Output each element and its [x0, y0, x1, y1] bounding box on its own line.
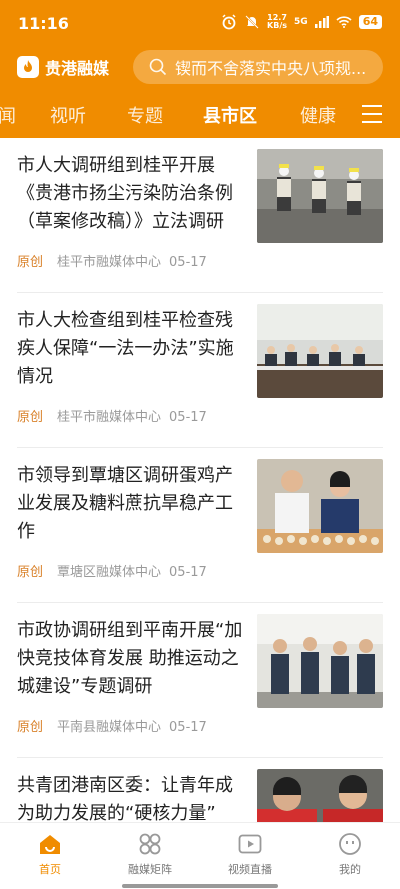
search-icon — [149, 58, 167, 76]
article-thumbnail — [257, 459, 383, 553]
article-item[interactable]: 市人大调研组到桂平开展《贵港市扬尘污染防治条例（草案修改稿）》立法调研 原创 桂平… — [0, 138, 400, 293]
nav-live-video[interactable]: 视频直播 — [210, 831, 290, 877]
article-title: 市人大调研组到桂平开展《贵港市扬尘污染防治条例（草案修改稿）》立法调研 — [17, 155, 233, 232]
menu-icon[interactable] — [361, 104, 383, 124]
tab-news[interactable]: 闻 — [0, 102, 16, 128]
nav-label: 融媒矩阵 — [128, 863, 172, 876]
original-tag: 原创 — [17, 565, 44, 580]
system-icons: 12.7 KB/s 5G 64 — [221, 14, 382, 30]
article-meta: 原创 覃塘区融媒体中心 05-17 — [17, 561, 207, 580]
status-bar: 11:16 12.7 KB/s 5G 64 — [0, 0, 400, 48]
article-source: 桂平市融媒体中心 — [57, 410, 162, 425]
app-header: 11:16 12.7 KB/s 5G 64 贵港融媒 锲而不舍落实中央八项规...… — [0, 0, 400, 138]
bottom-navigation: 首页 融媒矩阵 视频直播 我的 — [0, 822, 400, 889]
article-date: 05-17 — [169, 565, 207, 580]
original-tag: 原创 — [17, 720, 44, 735]
wifi-icon — [336, 16, 352, 28]
original-tag: 原创 — [17, 410, 44, 425]
nav-label: 我的 — [339, 863, 361, 876]
tab-topics[interactable]: 专题 — [127, 102, 163, 128]
video-icon — [238, 834, 262, 854]
brand-logo: 贵港融媒 — [17, 55, 109, 79]
original-tag: 原创 — [17, 255, 44, 270]
article-meta: 原创 平南县融媒体中心 05-17 — [17, 716, 207, 735]
article-title: 市人大检查组到桂平检查残疾人保障“一法一办法”实施情况 — [17, 310, 234, 387]
article-item[interactable]: 市人大检查组到桂平检查残疾人保障“一法一办法”实施情况 原创 桂平市融媒体中心 05… — [0, 293, 400, 448]
status-time: 11:16 — [18, 14, 69, 33]
article-title: 共青团港南区委：让青年成为助力发展的“硬核力量” — [17, 775, 233, 824]
article-thumbnail — [257, 149, 383, 243]
article-date: 05-17 — [169, 410, 207, 425]
signal-icon — [314, 16, 329, 28]
search-placeholder: 锲而不舍落实中央八项规... — [175, 59, 367, 78]
article-date: 05-17 — [169, 720, 207, 735]
net-speed: 12.7 KB/s — [267, 13, 288, 30]
article-item[interactable]: 市领导到覃塘区调研蛋鸡产业发展及糖料蔗抗旱稳产工作 原创 覃塘区融媒体中心 05-1… — [0, 448, 400, 603]
article-source: 桂平市融媒体中心 — [57, 255, 162, 270]
nav-home[interactable]: 首页 — [10, 831, 90, 877]
profile-icon — [339, 833, 361, 855]
article-title: 市政协调研组到平南开展“加快竞技体育发展 助推运动之城建设”专题调研 — [17, 620, 243, 697]
article-item[interactable]: 市政协调研组到平南开展“加快竞技体育发展 助推运动之城建设”专题调研 原创 平南县… — [0, 603, 400, 758]
tab-counties[interactable]: 县市区 — [203, 102, 257, 128]
article-meta: 原创 桂平市融媒体中心 05-17 — [17, 251, 207, 270]
article-date: 05-17 — [169, 255, 207, 270]
mute-bell-icon — [245, 15, 259, 29]
article-title: 市领导到覃塘区调研蛋鸡产业发展及糖料蔗抗旱稳产工作 — [17, 465, 233, 542]
tab-health[interactable]: 健康 — [300, 102, 336, 128]
article-source: 覃塘区融媒体中心 — [57, 565, 162, 580]
tab-audiovisual[interactable]: 视听 — [50, 102, 86, 128]
nav-label: 视频直播 — [228, 863, 272, 876]
nav-label: 首页 — [39, 863, 61, 876]
nav-media-matrix[interactable]: 融媒矩阵 — [110, 831, 190, 877]
network-label: 5G — [294, 17, 308, 27]
battery-indicator: 64 — [358, 15, 382, 29]
article-meta: 原创 桂平市融媒体中心 05-17 — [17, 406, 207, 425]
home-icon — [40, 835, 60, 854]
article-source: 平南县融媒体中心 — [57, 720, 162, 735]
brand-name: 贵港融媒 — [45, 59, 110, 78]
nav-profile[interactable]: 我的 — [310, 831, 390, 877]
article-thumbnail — [257, 304, 383, 398]
category-tabs: 闻 视听 专题 县市区 健康 — [0, 96, 400, 134]
flame-logo-icon — [17, 56, 39, 78]
grid-icon — [139, 833, 161, 855]
home-indicator[interactable] — [122, 884, 278, 888]
alarm-icon — [222, 14, 236, 30]
article-thumbnail — [257, 614, 383, 708]
search-bar[interactable]: 锲而不舍落实中央八项规... — [133, 50, 383, 84]
